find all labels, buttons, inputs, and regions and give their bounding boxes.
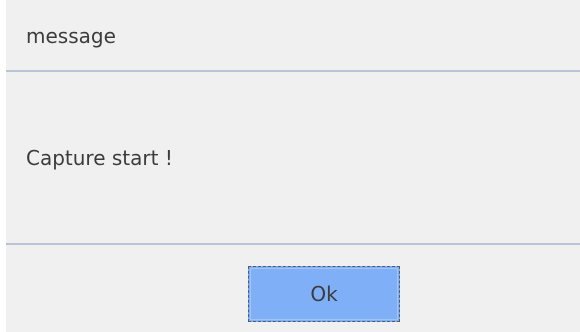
message-dialog: message Capture start ! Ok bbox=[6, 0, 580, 332]
dialog-title: message bbox=[26, 24, 116, 48]
dialog-message-area: Capture start ! bbox=[26, 72, 173, 243]
dialog-title-bar: message bbox=[6, 2, 580, 70]
ok-button[interactable]: Ok bbox=[248, 266, 400, 322]
dialog-message: Capture start ! bbox=[26, 145, 173, 170]
dialog-footer: Ok bbox=[6, 245, 580, 332]
